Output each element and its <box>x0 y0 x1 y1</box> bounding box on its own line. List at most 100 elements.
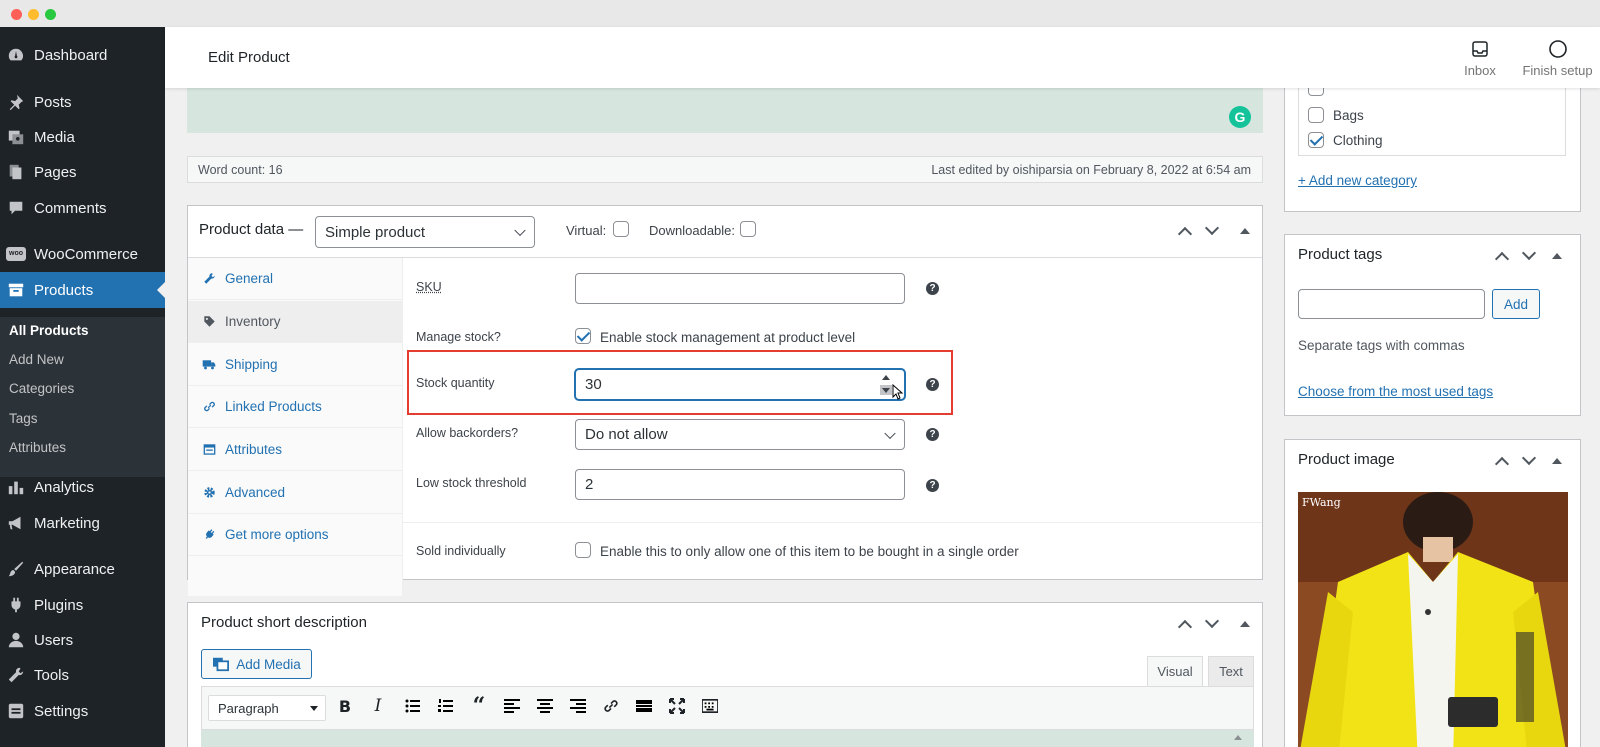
scroll-up-icon[interactable] <box>1234 731 1242 740</box>
move-down-icon[interactable] <box>1521 245 1537 261</box>
sidebar-item-label: Plugins <box>34 596 84 614</box>
wrench-icon <box>6 665 26 685</box>
category-checkbox-bags[interactable] <box>1308 107 1324 123</box>
product-image-panel: Product image FWang <box>1284 439 1581 747</box>
keyboard-icon[interactable] <box>702 698 718 714</box>
tab-attributes[interactable]: Attributes <box>188 429 403 471</box>
choose-tags-link[interactable]: Choose from the most used tags <box>1298 384 1493 399</box>
align-center-icon[interactable] <box>537 698 553 714</box>
tab-text[interactable]: Text <box>1208 656 1254 686</box>
category-checkbox-clothing[interactable] <box>1308 132 1324 148</box>
tag-input[interactable] <box>1298 289 1485 319</box>
link-icon[interactable] <box>603 698 619 714</box>
backorders-select[interactable]: Do not allow <box>575 419 905 450</box>
tab-general[interactable]: General <box>188 258 403 300</box>
submenu-add-new[interactable]: Add New <box>9 352 64 367</box>
product-type-select[interactable]: Simple product <box>315 216 535 248</box>
sidebar-item-appearance[interactable]: Appearance <box>0 551 165 587</box>
add-new-category-link[interactable]: + Add new category <box>1298 173 1417 188</box>
sidebar-item-media[interactable]: Media <box>0 119 165 155</box>
sidebar-item-products[interactable]: Products <box>0 272 165 308</box>
blockquote-icon[interactable]: “ <box>471 693 487 719</box>
settings-icon <box>6 701 26 721</box>
bold-icon[interactable]: B <box>337 697 353 716</box>
sidebar-item-comments[interactable]: Comments <box>0 190 165 226</box>
low-stock-input[interactable]: 2 <box>575 469 905 500</box>
virtual-label: Virtual: <box>566 223 607 238</box>
add-media-button[interactable]: Add Media <box>201 649 312 679</box>
align-right-icon[interactable] <box>570 698 586 714</box>
gear-icon <box>202 486 216 500</box>
move-up-icon[interactable] <box>1494 456 1510 472</box>
submenu-tags[interactable]: Tags <box>9 411 38 426</box>
collapse-toggle-icon[interactable] <box>1240 228 1250 234</box>
sidebar-item-plugins[interactable]: Plugins <box>0 587 165 623</box>
woo-badge: woo <box>6 247 26 261</box>
tab-visual[interactable]: Visual <box>1147 656 1203 686</box>
submenu-categories[interactable]: Categories <box>9 381 74 396</box>
sold-individually-label: Sold individually <box>416 544 506 558</box>
numbered-list-icon[interactable] <box>438 698 454 714</box>
short-description-editor[interactable] <box>201 730 1254 747</box>
sidebar-item-marketing[interactable]: Marketing <box>0 505 165 541</box>
submenu-all-products[interactable]: All Products <box>9 323 89 338</box>
inbox-button[interactable]: Inbox <box>1445 39 1515 78</box>
close-window-button[interactable] <box>11 9 22 20</box>
tab-get-more-options[interactable]: Get more options <box>188 514 403 556</box>
editor-toolbar: Paragraph <box>201 686 1254 730</box>
collapse-toggle-icon[interactable] <box>1552 253 1562 259</box>
downloadable-checkbox[interactable] <box>740 221 756 237</box>
sidebar-item-woocommerce[interactable]: woo WooCommerce <box>0 236 165 272</box>
bullet-list-icon[interactable] <box>405 698 421 714</box>
help-icon[interactable]: ? <box>926 282 939 295</box>
help-icon[interactable]: ? <box>926 479 939 492</box>
list-table-icon <box>202 443 216 457</box>
tab-linked-products[interactable]: Linked Products <box>188 386 403 428</box>
yellow-jacket-image <box>1298 492 1568 747</box>
description-editor-area[interactable]: G <box>187 88 1263 133</box>
virtual-checkbox[interactable] <box>613 221 629 237</box>
move-up-icon[interactable] <box>1177 619 1193 635</box>
chevron-down-icon <box>514 224 526 237</box>
format-select[interactable]: Paragraph <box>208 695 326 721</box>
move-down-icon[interactable] <box>1204 220 1220 236</box>
move-down-icon[interactable] <box>1521 450 1537 466</box>
manage-stock-checkbox[interactable] <box>575 328 591 344</box>
sold-individually-checkbox[interactable] <box>575 542 591 558</box>
tab-label: Shipping <box>225 357 278 372</box>
sidebar-item-posts[interactable]: Posts <box>0 84 165 120</box>
move-up-icon[interactable] <box>1494 251 1510 267</box>
image-watermark: FWang <box>1302 496 1341 509</box>
minimize-window-button[interactable] <box>28 9 39 20</box>
submenu-attributes[interactable]: Attributes <box>9 440 66 455</box>
read-more-icon[interactable] <box>636 698 652 714</box>
sidebar-item-analytics[interactable]: Analytics <box>0 469 165 505</box>
finish-setup-label: Finish setup <box>1522 63 1593 78</box>
sku-input[interactable] <box>575 273 905 304</box>
finish-setup-button[interactable]: Finish setup <box>1515 39 1600 78</box>
fullscreen-icon[interactable] <box>669 698 685 714</box>
product-image[interactable]: FWang <box>1298 492 1568 747</box>
tab-shipping[interactable]: Shipping <box>188 344 403 386</box>
sidebar-item-dashboard[interactable]: Dashboard <box>0 37 165 73</box>
category-checkbox[interactable] <box>1308 88 1324 96</box>
media-icon <box>213 657 230 672</box>
collapse-toggle-icon[interactable] <box>1552 458 1562 464</box>
sidebar-item-settings[interactable]: Settings <box>0 693 165 729</box>
maximize-window-button[interactable] <box>45 9 56 20</box>
move-up-icon[interactable] <box>1177 226 1193 242</box>
tab-inventory[interactable]: Inventory <box>188 301 403 343</box>
grammarly-icon[interactable]: G <box>1229 106 1251 128</box>
sidebar-item-pages[interactable]: Pages <box>0 154 165 190</box>
align-left-icon[interactable] <box>504 698 520 714</box>
add-tag-button[interactable]: Add <box>1492 289 1540 319</box>
move-down-icon[interactable] <box>1204 613 1220 629</box>
collapse-toggle-icon[interactable] <box>1240 621 1250 627</box>
italic-icon[interactable]: I <box>370 696 386 716</box>
sidebar-item-users[interactable]: Users <box>0 622 165 658</box>
tab-label: Attributes <box>225 442 283 457</box>
product-type-value: Simple product <box>325 223 426 241</box>
sidebar-item-tools[interactable]: Tools <box>0 657 165 693</box>
help-icon[interactable]: ? <box>926 428 939 441</box>
tab-advanced[interactable]: Advanced <box>188 472 403 514</box>
